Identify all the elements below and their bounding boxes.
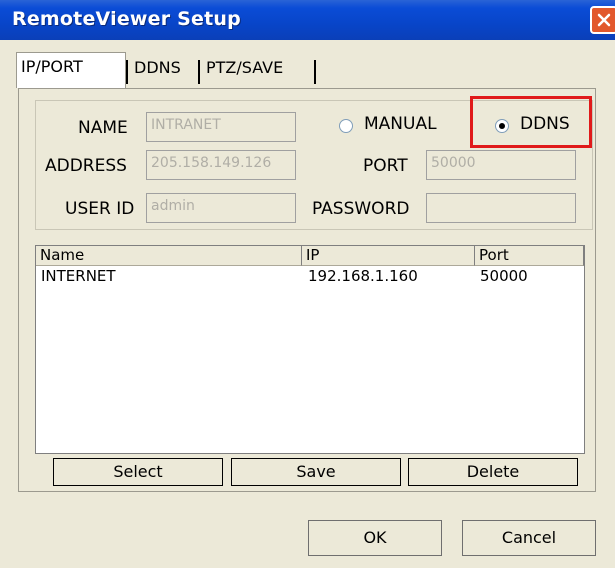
delete-button[interactable]: Delete <box>408 458 578 486</box>
manual-label: MANUAL <box>364 114 437 134</box>
column-header-port[interactable]: Port <box>475 246 584 266</box>
save-button[interactable]: Save <box>231 458 401 486</box>
column-header-name[interactable]: Name <box>36 246 302 266</box>
row-ip: 192.168.1.160 <box>308 267 418 285</box>
name-label: NAME <box>78 118 128 138</box>
title-bar[interactable]: RemoteViewer Setup <box>0 0 615 40</box>
ok-button[interactable]: OK <box>308 520 442 556</box>
highlight-box <box>470 96 592 148</box>
port-label: PORT <box>363 156 408 176</box>
tab-ptz-save-label: PTZ/SAVE <box>206 58 284 77</box>
name-field[interactable]: INTRANET <box>146 112 296 142</box>
connection-list[interactable]: Name IP Port INTERNET 192.168.1.160 5000… <box>35 245 585 454</box>
tab-separator <box>198 60 200 84</box>
manual-radio[interactable] <box>339 119 353 133</box>
address-label: ADDRESS <box>45 156 127 176</box>
tab-ddns[interactable]: DDNS <box>130 54 196 88</box>
window-title: RemoteViewer Setup <box>12 8 241 30</box>
select-button[interactable]: Select <box>53 458 223 486</box>
tab-separator <box>314 60 316 84</box>
row-name: INTERNET <box>41 267 116 285</box>
column-header-ip[interactable]: IP <box>302 246 475 266</box>
port-field[interactable]: 50000 <box>426 150 576 180</box>
close-icon[interactable] <box>590 6 615 34</box>
tab-ip-port-label: IP/PORT <box>21 57 83 76</box>
cancel-button[interactable]: Cancel <box>462 520 596 556</box>
tab-ptz-save[interactable]: PTZ/SAVE <box>202 54 314 88</box>
address-field[interactable]: 205.158.149.126 <box>146 150 296 180</box>
tab-ddns-label: DDNS <box>134 58 181 77</box>
password-field[interactable] <box>426 193 576 223</box>
userid-field[interactable]: admin <box>146 193 296 223</box>
tab-ip-port[interactable]: IP/PORT <box>16 52 126 88</box>
userid-label: USER ID <box>65 199 135 219</box>
tab-separator <box>126 60 128 84</box>
row-port: 50000 <box>480 267 528 285</box>
password-label: PASSWORD <box>312 199 410 219</box>
